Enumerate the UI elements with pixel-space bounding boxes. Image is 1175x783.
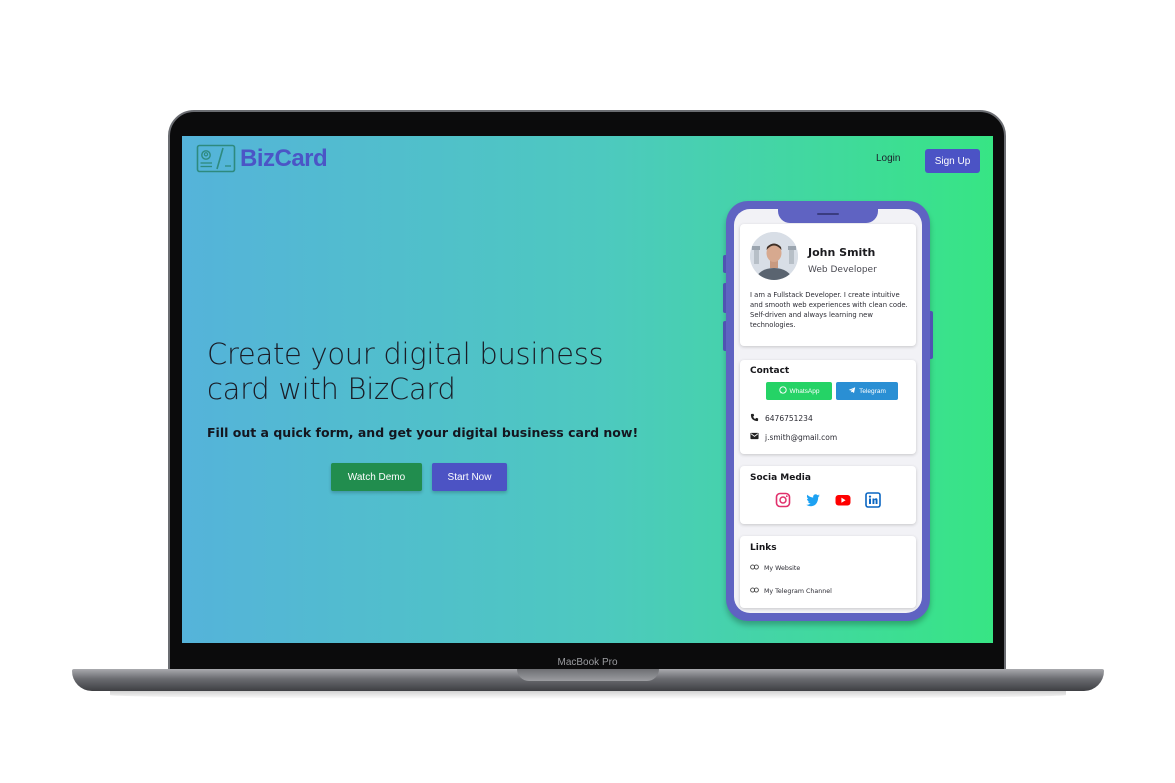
brand-logo[interactable]: BizCard: [196, 144, 328, 174]
social-icons: [740, 492, 916, 508]
phone-volume-button: [723, 283, 726, 313]
laptop-base-notch: [517, 669, 659, 681]
link-label: My Website: [764, 564, 801, 572]
profile-role: Web Developer: [808, 265, 877, 275]
linkedin-icon[interactable]: [865, 492, 881, 508]
avatar: [750, 232, 798, 280]
start-now-button[interactable]: Start Now: [432, 463, 507, 491]
link-icon: [750, 564, 759, 572]
hero-subtitle: Fill out a quick form, and get your digi…: [207, 425, 639, 440]
youtube-icon[interactable]: [835, 492, 851, 508]
phone-speaker: [817, 213, 839, 215]
landing-page: BizCard Login Sign Up Create your digita…: [182, 136, 993, 643]
profile-bio: I am a Fullstack Developer. I create int…: [750, 291, 908, 329]
instagram-icon[interactable]: [775, 492, 791, 508]
brand-name: BizCard: [240, 145, 328, 172]
phone-screen: John Smith Web Developer I am a Fullstac…: [734, 209, 922, 613]
link-icon: [750, 587, 759, 595]
whatsapp-button[interactable]: WhatsApp: [766, 382, 832, 400]
whatsapp-icon: [778, 386, 787, 396]
telegram-label: Telegram: [859, 387, 886, 395]
login-link[interactable]: Login: [876, 153, 900, 164]
whatsapp-label: WhatsApp: [789, 387, 820, 395]
links-title: Links: [750, 543, 777, 553]
hero-title: Create your digital business card with B…: [207, 337, 604, 406]
contact-phone[interactable]: 6476751234: [750, 413, 813, 424]
telegram-icon: [848, 386, 856, 396]
telegram-button[interactable]: Telegram: [836, 382, 898, 400]
link-label: My Telegram Channel: [764, 587, 832, 595]
phone-power-button: [930, 311, 933, 359]
contact-email[interactable]: j.smith@gmail.com: [750, 432, 837, 442]
watch-demo-button[interactable]: Watch Demo: [331, 463, 422, 491]
email-icon: [750, 432, 759, 442]
signup-button[interactable]: Sign Up: [925, 149, 980, 173]
social-media-title: Socia Media: [750, 473, 811, 483]
contact-title: Contact: [750, 366, 790, 376]
laptop-shadow: [110, 691, 1066, 699]
links-card: Links My Website My Telegram Channel: [740, 536, 916, 608]
phone-mockup: John Smith Web Developer I am a Fullstac…: [723, 201, 933, 621]
phone-number: 6476751234: [765, 414, 813, 423]
phone-notch: [778, 209, 878, 223]
profile-card: John Smith Web Developer I am a Fullstac…: [740, 224, 916, 346]
link-item-website[interactable]: My Website: [750, 564, 800, 572]
phone-icon: [750, 413, 759, 424]
id-card-icon: [196, 144, 236, 174]
social-media-card: Socia Media: [740, 466, 916, 524]
device-label: MacBook Pro: [557, 657, 618, 668]
phone-volume-button: [723, 321, 726, 351]
link-item-telegram-channel[interactable]: My Telegram Channel: [750, 587, 832, 595]
contact-card: Contact WhatsApp Telegram 6476751234 j.s…: [740, 360, 916, 454]
profile-name: John Smith: [808, 246, 876, 259]
twitter-icon[interactable]: [805, 492, 821, 508]
email-address: j.smith@gmail.com: [765, 432, 838, 442]
phone-volume-button: [723, 255, 726, 273]
